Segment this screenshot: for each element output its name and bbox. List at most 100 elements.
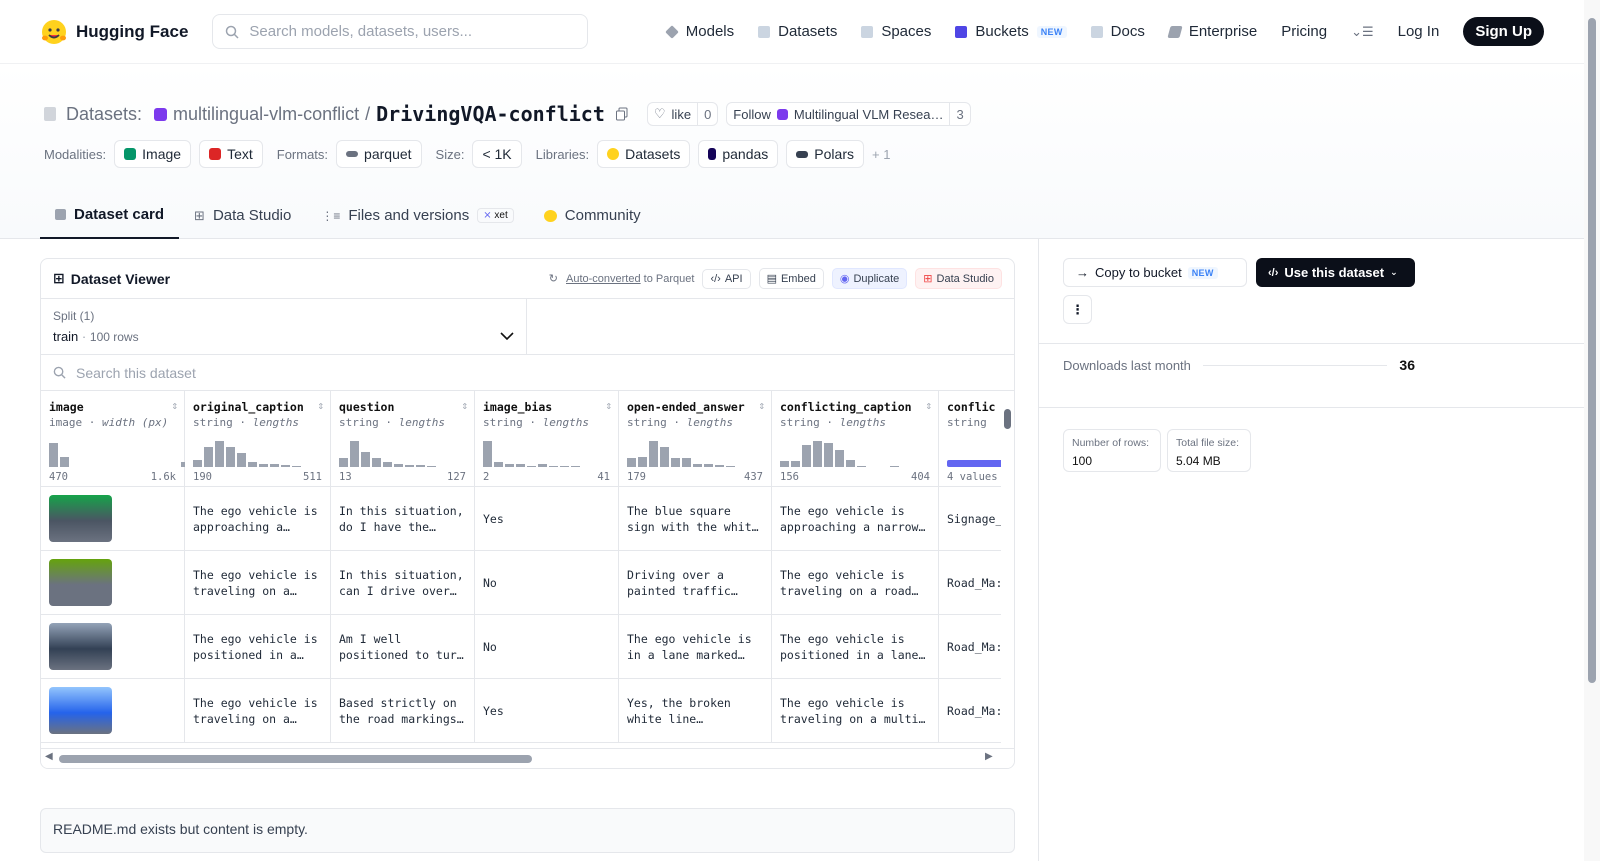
split-dropdown[interactable]: Split (1) train · 100 rows [41,299,527,354]
histogram-bar[interactable] [383,462,392,467]
sort-icon[interactable]: ⇕ [171,399,178,412]
histogram-bar[interactable] [538,464,547,467]
histogram-bar[interactable] [791,461,800,467]
histogram-bar[interactable] [281,465,290,467]
table-cell[interactable]: In this situation, can I drive over… [331,551,475,615]
histogram-bar[interactable] [427,466,436,467]
table-vertical-scroll-thumb[interactable] [1004,409,1011,429]
table-cell[interactable]: Road_Ma: [939,551,1001,615]
table-cell[interactable]: The ego vehicle is traveling on a… [185,551,331,615]
column-header-image_bias[interactable]: image_bias string · lengths ⇕ 2 41 [475,391,619,487]
table-cell[interactable]: The ego vehicle is approaching a narrow… [772,487,939,551]
histogram-bar[interactable] [660,447,669,467]
duplicate-button[interactable]: ◉ Duplicate [831,268,908,289]
global-search-input[interactable]: Search models, datasets, users... [212,14,589,49]
table-cell[interactable]: In this situation, do I have the… [331,487,475,551]
table-cell[interactable]: Signage_ [939,487,1001,551]
signup-button[interactable]: Sign Up [1463,17,1544,46]
histogram-bar[interactable] [71,466,80,467]
column-histogram[interactable] [780,441,899,467]
histogram-bar[interactable] [339,458,348,467]
table-cell[interactable]: Based strictly on the road markings… [331,679,475,743]
histogram-bar[interactable] [204,447,213,467]
table-horizontal-scrollbar[interactable]: ◀ ▶ [41,748,1014,768]
histogram-bar[interactable] [846,460,855,467]
nav-spaces[interactable]: Spaces [861,23,931,40]
sort-icon[interactable]: ⇕ [461,399,468,412]
tag-text[interactable]: Text [199,140,263,168]
row-thumbnail-image[interactable] [49,495,112,542]
tab-files-and-versions[interactable]: ⋮≡ Files and versions ⨯ xet [306,192,528,239]
table-cell[interactable]: The ego vehicle is positioned in a… [185,615,331,679]
histogram-bar[interactable] [549,466,558,467]
histogram-bar[interactable] [193,460,202,467]
table-cell[interactable]: The ego vehicle is in a lane marked… [619,615,772,679]
table-horizontal-scroll-thumb[interactable] [59,755,532,763]
histogram-bar[interactable] [802,445,811,467]
column-histogram[interactable] [483,441,580,467]
histogram-bar[interactable] [483,441,492,467]
histogram-bar[interactable] [82,466,91,467]
table-cell[interactable]: The blue square sign with the whit… [619,487,772,551]
nav-buckets[interactable]: Buckets NEW [955,23,1067,40]
histogram-bar[interactable] [148,466,157,467]
table-cell[interactable]: Yes [475,487,619,551]
histogram-bar[interactable] [835,450,844,467]
histogram-bar[interactable] [505,464,514,467]
histogram-bar[interactable] [361,452,370,467]
more-options-button[interactable]: ⋮ [1063,295,1092,324]
histogram-bar[interactable] [137,466,146,467]
column-histogram[interactable] [339,441,436,467]
tag-image[interactable]: Image [114,140,192,168]
column-header-conflic[interactable]: conflic string 4 values [939,391,1001,487]
image-cell[interactable] [41,615,185,679]
histogram-bar[interactable] [372,458,381,467]
row-thumbnail-image[interactable] [49,559,112,606]
column-histogram[interactable] [193,441,301,467]
histogram-bar[interactable] [868,466,877,467]
histogram-bar[interactable] [248,462,257,467]
histogram-bar[interactable] [394,464,403,467]
table-cell[interactable]: Road_Ma: [939,679,1001,743]
more-libraries[interactable]: + 1 [872,147,890,162]
histogram-bar[interactable] [780,461,789,467]
histogram-bar[interactable] [516,464,525,467]
histogram-bar[interactable] [292,466,301,467]
histogram-bar[interactable] [560,466,569,467]
image-cell[interactable] [41,679,185,743]
histogram-bar[interactable] [226,447,235,467]
tag-size[interactable]: < 1K [472,140,522,168]
column-header-original_caption[interactable]: original_caption string · lengths ⇕ 190 511 [185,391,331,487]
histogram-bar[interactable] [93,466,102,467]
histogram-bar[interactable] [947,460,1001,467]
histogram-bar[interactable] [405,465,414,467]
dataset-search-input[interactable]: Search this dataset [41,355,1014,391]
tag-pandas[interactable]: pandas [698,140,779,168]
histogram-bar[interactable] [416,465,425,467]
histogram-bar[interactable] [115,466,124,467]
table-cell[interactable]: The ego vehicle is approaching a… [185,487,331,551]
login-link[interactable]: Log In [1398,23,1440,40]
histogram-bar[interactable] [237,453,246,467]
histogram-bar[interactable] [49,443,58,467]
page-scroll-thumb[interactable] [1588,18,1596,683]
tab-community[interactable]: Community [529,192,656,239]
table-cell[interactable]: No [475,551,619,615]
tag-parquet[interactable]: parquet [336,140,422,168]
histogram-bar[interactable] [890,466,899,467]
page-scrollbar[interactable] [1584,0,1600,861]
copy-to-bucket-button[interactable]: → Copy to bucket NEW [1063,258,1247,287]
tag-datasets-lib[interactable]: Datasets [597,140,691,168]
table-cell[interactable]: The ego vehicle is traveling on a road… [772,551,939,615]
table-cell[interactable]: Driving over a painted traffic… [619,551,772,615]
nav-models[interactable]: Models [664,23,734,40]
scroll-left-icon[interactable]: ◀ [45,751,53,762]
histogram-bar[interactable] [649,441,658,467]
column-histogram[interactable] [49,441,190,467]
histogram-bar[interactable] [170,466,179,467]
dataset-name[interactable]: DrivingVQA-conflict [376,102,605,126]
column-histogram[interactable] [627,441,735,467]
table-cell[interactable]: Am I well positioned to tur… [331,615,475,679]
org-link[interactable]: multilingual-vlm-conflict [173,104,359,125]
histogram-bar[interactable] [857,466,866,467]
